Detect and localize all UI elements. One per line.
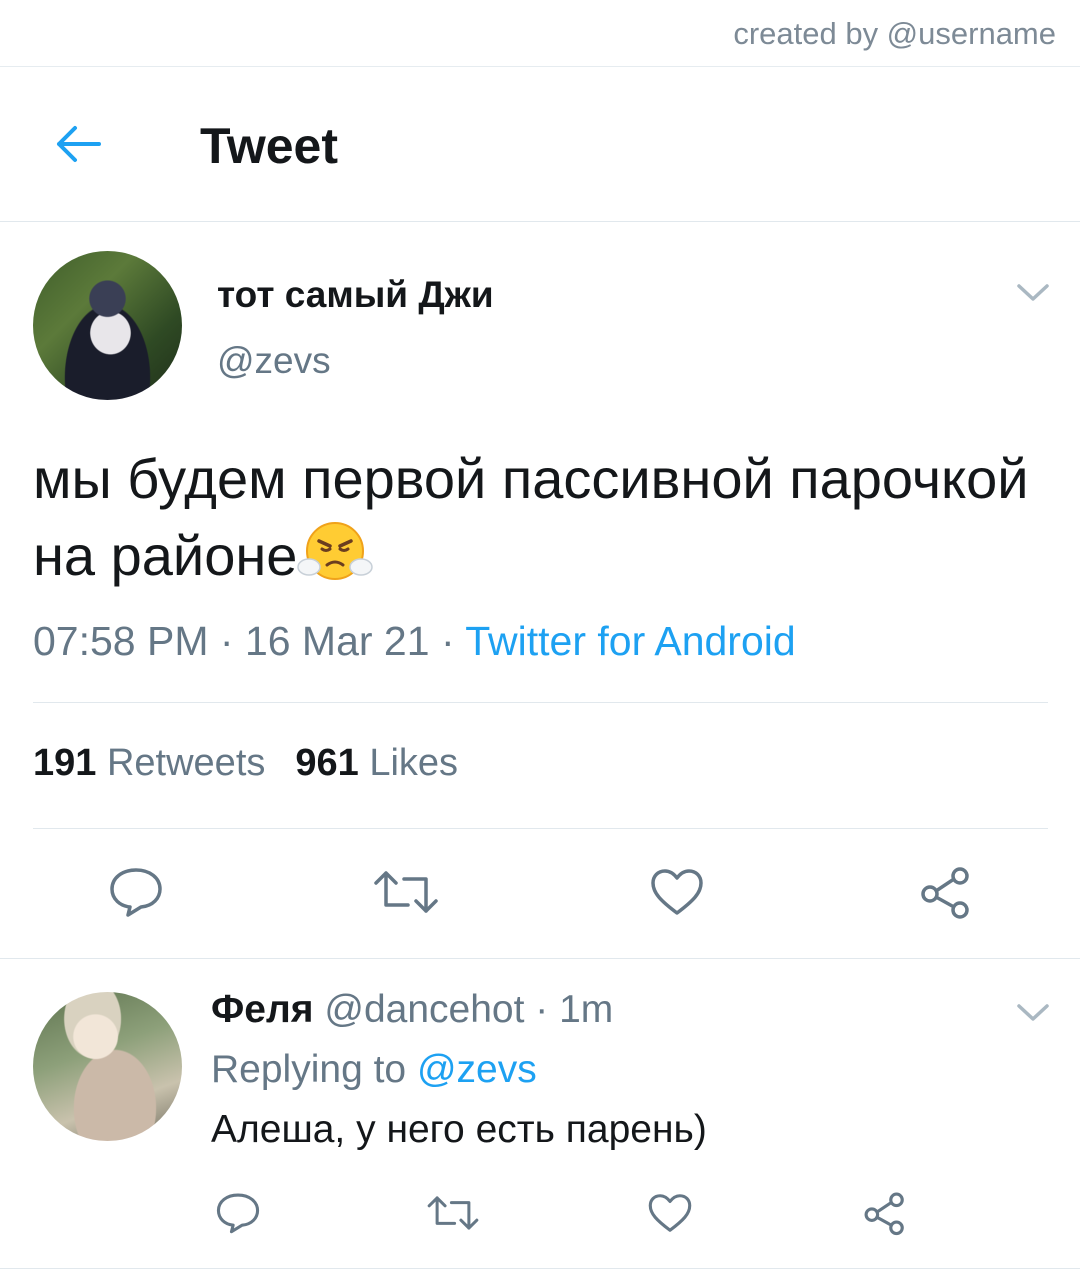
reply-reply-button[interactable] xyxy=(213,1188,263,1238)
divider xyxy=(33,702,1048,703)
reply-handle[interactable]: @dancehot xyxy=(324,988,524,1031)
tweet-time: 07:58 PM xyxy=(33,618,209,664)
reply-like-button[interactable] xyxy=(645,1188,695,1238)
retweets-label: Retweets xyxy=(106,742,266,784)
author-display-name[interactable]: тот самый Джи xyxy=(217,274,494,316)
meta-separator: · xyxy=(524,988,560,1031)
tweet-meta: 07:58 PM · 16 Mar 21 · Twitter for Andro… xyxy=(33,618,796,665)
likes-label: Likes xyxy=(369,742,459,784)
face-with-steam-emoji-icon xyxy=(297,522,374,580)
author-handle[interactable]: @zevs xyxy=(217,340,331,382)
tweet-source-link[interactable]: Twitter for Android xyxy=(465,618,795,664)
tweet-body: мы будем первой пассивной парочкой на ра… xyxy=(33,440,1033,594)
retweet-icon xyxy=(427,1196,479,1230)
tweet-date: 16 Mar 21 xyxy=(244,618,430,664)
reply-retweet-button[interactable] xyxy=(425,1188,481,1238)
reply-menu-chevron-icon[interactable] xyxy=(1013,998,1053,1026)
divider xyxy=(0,958,1080,959)
retweet-icon xyxy=(374,871,438,913)
likes-count: 961 xyxy=(295,742,359,784)
share-icon xyxy=(921,867,969,919)
like-icon xyxy=(651,869,703,915)
reply-share-button[interactable] xyxy=(860,1188,910,1238)
share-button[interactable] xyxy=(914,862,978,922)
retweets-stat[interactable]: 191 Retweets xyxy=(33,742,265,785)
reply-header: Феля @dancehot · 1m xyxy=(211,988,613,1032)
reply-icon xyxy=(216,1193,260,1234)
tweet-menu-chevron-icon[interactable] xyxy=(1013,278,1053,306)
tweet-text: мы будем первой пассивной парочкой на ра… xyxy=(33,447,1029,587)
author-avatar[interactable] xyxy=(33,251,182,400)
reply-time: 1m xyxy=(559,988,614,1031)
back-button[interactable] xyxy=(44,117,110,171)
retweets-count: 191 xyxy=(33,742,97,784)
like-button[interactable] xyxy=(645,862,709,922)
reply-button[interactable] xyxy=(104,862,168,922)
page-title: Tweet xyxy=(200,118,338,174)
replying-to-mention[interactable]: @zevs xyxy=(417,1048,537,1091)
reply-icon xyxy=(110,868,162,917)
meta-separator: · xyxy=(429,618,466,664)
reply-text: Алеша, у него есть парень) xyxy=(211,1108,707,1151)
watermark-bar: created by @username xyxy=(0,0,1080,67)
tweet-stats: 191 Retweets 961 Likes xyxy=(33,742,488,785)
likes-stat[interactable]: 961 Likes xyxy=(295,742,458,785)
divider xyxy=(33,828,1048,829)
back-arrow-icon xyxy=(57,126,101,162)
reply-author-avatar[interactable] xyxy=(33,992,182,1141)
meta-separator: · xyxy=(208,618,245,664)
like-icon xyxy=(648,1194,692,1232)
replying-label: Replying to xyxy=(211,1048,407,1091)
divider xyxy=(0,1268,1080,1269)
top-header: Tweet xyxy=(0,67,1080,222)
watermark-text: created by @username xyxy=(733,16,1056,51)
retweet-button[interactable] xyxy=(370,862,442,922)
share-icon xyxy=(864,1192,904,1236)
replying-to-line: Replying to @zevs xyxy=(211,1048,537,1092)
reply-display-name[interactable]: Феля xyxy=(211,988,314,1031)
